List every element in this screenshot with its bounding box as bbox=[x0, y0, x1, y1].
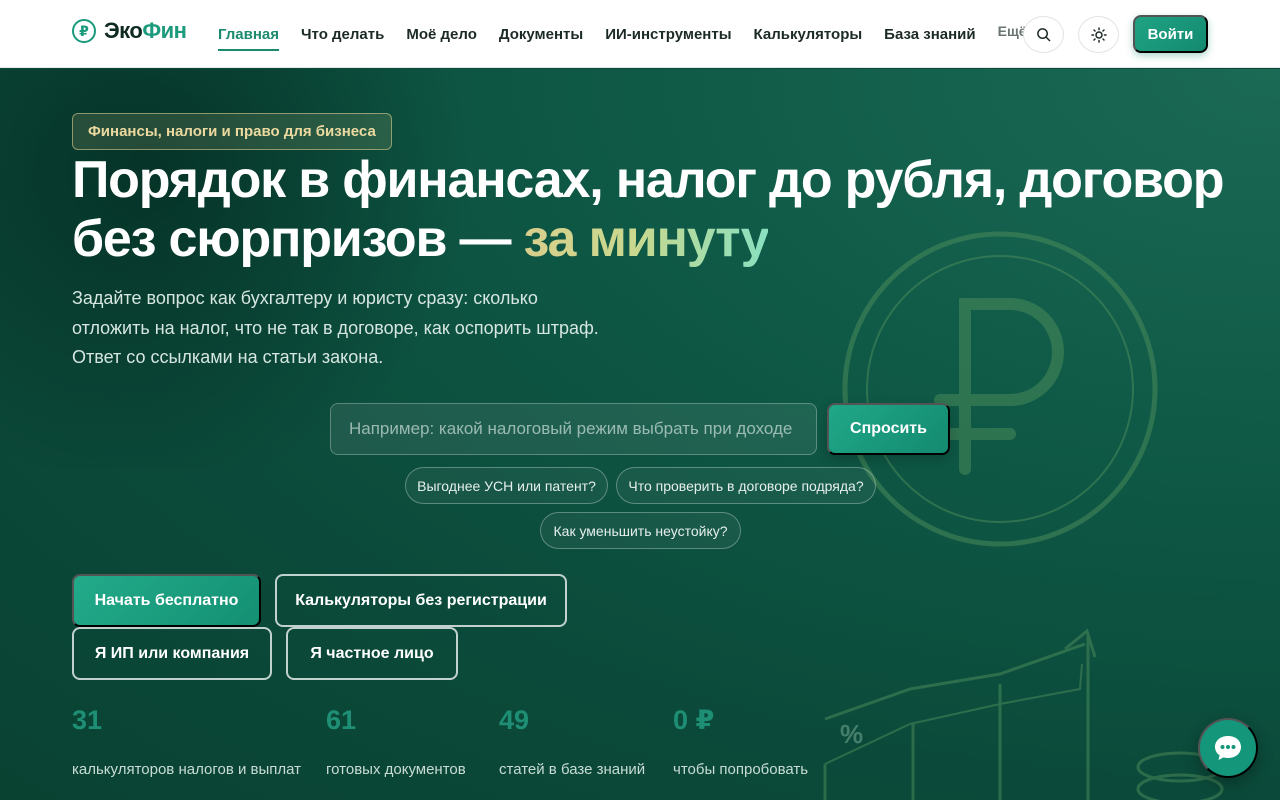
nav-item-what-to-do[interactable]: Что делать bbox=[301, 0, 384, 68]
hero-subtitle: Задайте вопрос как бухгалтеру и юристу с… bbox=[72, 288, 599, 367]
calculators-button[interactable]: Калькуляторы без регистрации bbox=[275, 574, 567, 627]
business-button[interactable]: Я ИП или компания bbox=[72, 627, 272, 680]
nav-item-my-business[interactable]: Моё дело bbox=[406, 0, 477, 68]
start-free-button[interactable]: Начать бесплатно bbox=[72, 574, 261, 627]
personal-button[interactable]: Я частное лицо bbox=[286, 627, 458, 680]
nav-item-home[interactable]: Главная bbox=[218, 0, 280, 68]
chat-bubble-icon bbox=[1215, 736, 1241, 760]
site-header: ₽ ЭкоФин Главная Что делать Моё дело Док… bbox=[0, 0, 1280, 68]
logo-text: ЭкоФин bbox=[104, 18, 187, 43]
suggestion-chip[interactable]: Как уменьшить неустойку? bbox=[540, 512, 741, 549]
ruble-logo-icon: ₽ bbox=[72, 19, 96, 43]
suggestion-chip[interactable]: Выгоднее УСН или патент? bbox=[405, 467, 608, 504]
logo[interactable]: ₽ ЭкоФин bbox=[72, 18, 187, 44]
nav-item-knowledge-base[interactable]: База знаний bbox=[884, 0, 975, 68]
title-line-2: без сюрпризов — bbox=[72, 210, 524, 268]
percent-decoration: % bbox=[840, 719, 864, 749]
stat-free: 0 ₽ чтобы попробовать bbox=[673, 705, 809, 778]
suggestion-chip[interactable]: Что проверить в договоре подряда? bbox=[616, 467, 876, 504]
search-icon bbox=[1037, 28, 1051, 42]
nav-item-ai-tools[interactable]: ИИ-инструменты bbox=[605, 0, 731, 68]
theme-toggle-button[interactable] bbox=[1078, 16, 1119, 53]
hero-badge: Финансы, налоги и право для бизнеса bbox=[72, 113, 392, 150]
hero-section: Финансы, налоги и право для бизнеса Поря… bbox=[0, 69, 1280, 800]
nav-item-calculators[interactable]: Калькуляторы bbox=[754, 0, 863, 68]
question-input[interactable] bbox=[330, 403, 817, 455]
page-title: Порядок в финансах, налог до рубля, дого… bbox=[72, 151, 1232, 269]
stat-articles: 49 статей в базе знаний bbox=[499, 705, 646, 778]
sun-icon bbox=[1090, 26, 1107, 43]
ruble-coin-chart-illustration bbox=[823, 231, 1224, 800]
title-highlight: за минуту bbox=[523, 210, 770, 268]
nav-item-documents[interactable]: Документы bbox=[499, 0, 583, 68]
ask-button[interactable]: Спросить bbox=[827, 403, 950, 455]
title-line-1: Порядок в финансах, налог до рубля, дого… bbox=[72, 151, 1224, 209]
search-button[interactable] bbox=[1023, 16, 1064, 53]
chat-button[interactable] bbox=[1198, 718, 1258, 778]
main-nav: Главная Что делать Моё дело Документы ИИ… bbox=[218, 0, 1037, 68]
stat-documents: 61 готовых документов bbox=[326, 705, 466, 778]
stat-calculators: 31 калькуляторов налогов и выплат bbox=[72, 705, 302, 778]
login-button[interactable]: Войти bbox=[1133, 15, 1208, 53]
